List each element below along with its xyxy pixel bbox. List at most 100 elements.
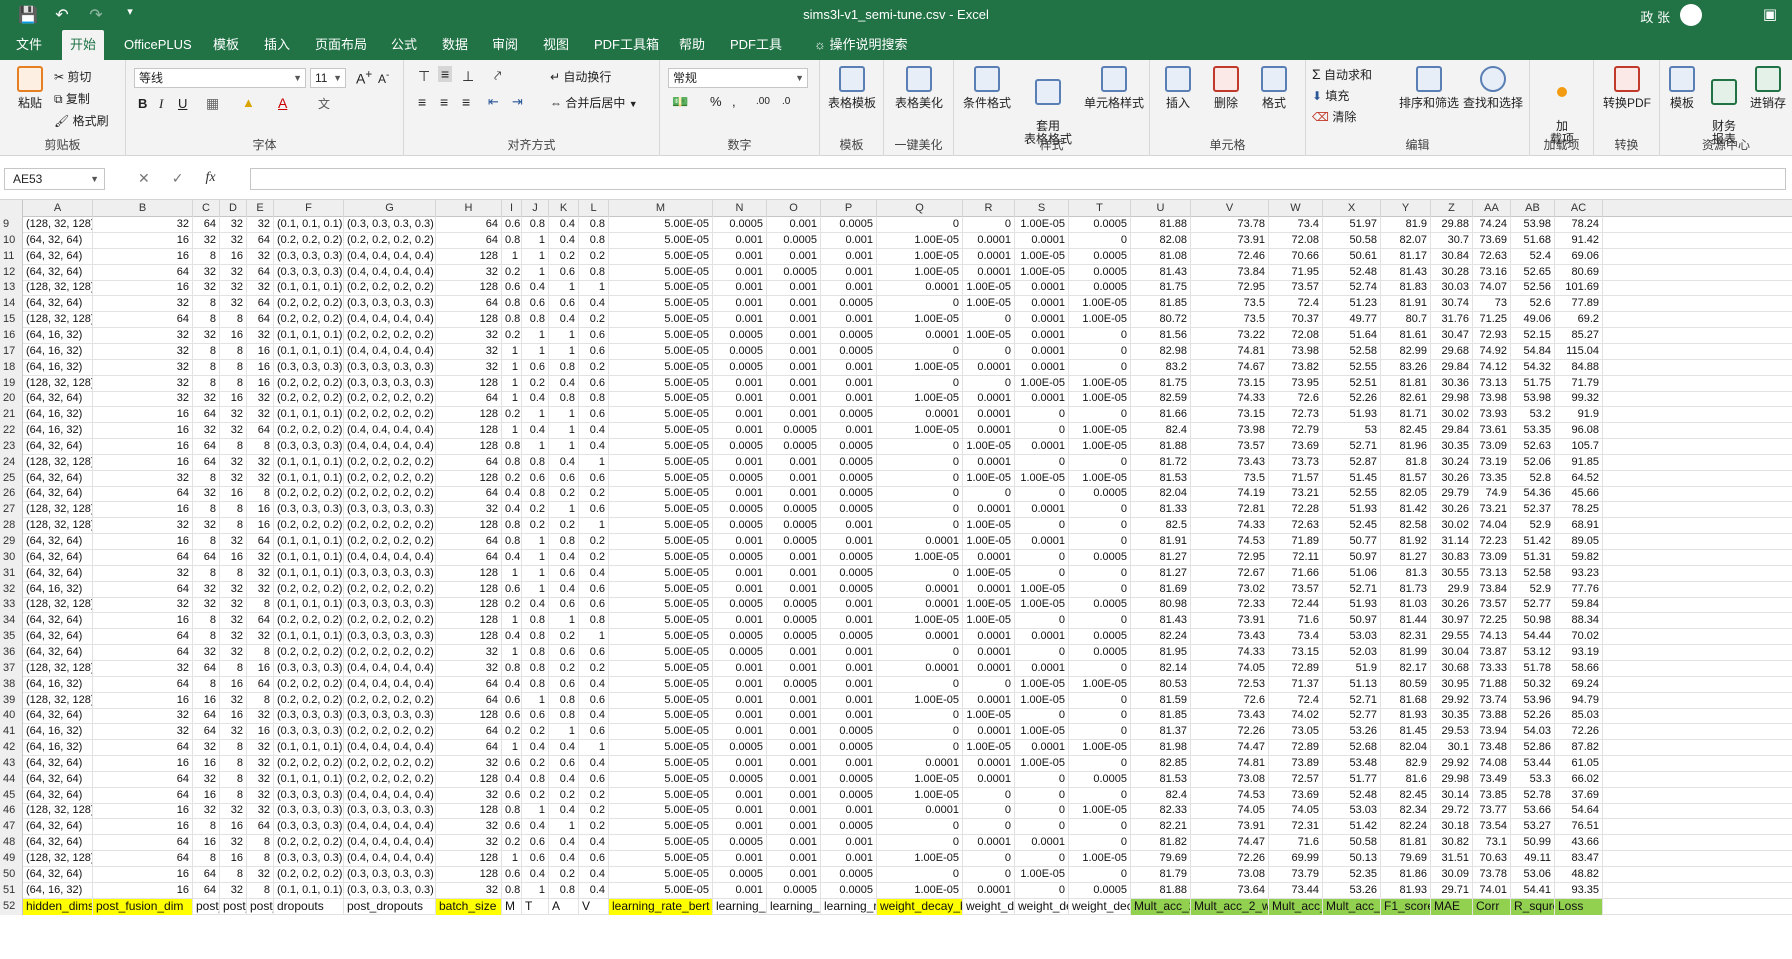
cell[interactable]: (0.4, 0.4, 0.4, 0.4) [344,740,436,757]
cell[interactable]: 0.0005 [821,866,877,883]
row-header[interactable]: 18 [0,359,23,376]
cell[interactable]: 32 [193,423,220,440]
cell[interactable]: 50.99 [1511,835,1555,852]
cell[interactable]: 0.001 [767,724,821,741]
cell[interactable]: 32 [93,391,193,408]
cell[interactable]: 80.7 [1381,312,1431,329]
cell[interactable]: (0.1, 0.1, 0.1) [274,597,344,614]
cell[interactable]: 53.12 [1511,644,1555,661]
cell[interactable]: 1.00E-05 [1015,248,1069,265]
underline-icon[interactable]: U [178,96,187,111]
cell[interactable]: 64 [436,296,502,313]
cell[interactable]: 52.03 [1323,644,1381,661]
cell[interactable]: 81.83 [1381,280,1431,297]
cell[interactable]: 53.3 [1511,771,1555,788]
cell[interactable]: 64 [247,423,274,440]
cell[interactable]: 16 [93,613,193,630]
column-header[interactable]: T [1069,200,1131,217]
cell[interactable]: 0.0005 [767,232,821,249]
cell[interactable]: 99.32 [1555,391,1603,408]
cell[interactable]: 0.0001 [877,327,963,344]
row-header[interactable]: 30 [0,549,23,566]
cell[interactable]: 81.59 [1131,692,1191,709]
cell[interactable]: 1.00E-05 [963,534,1015,550]
cell[interactable]: 52.65 [1511,264,1555,281]
cell[interactable]: 16 [93,534,193,550]
cell[interactable]: 0 [1015,565,1069,582]
clear-button[interactable]: ⌫ 清除 [1312,108,1356,125]
cell[interactable]: 5.00E-05 [609,312,713,329]
cell[interactable]: 5.00E-05 [609,787,713,804]
cell[interactable]: 71.95 [1269,264,1323,281]
cell[interactable]: 30.26 [1431,502,1473,519]
cell[interactable]: 71.89 [1269,534,1323,550]
user-account[interactable]: 政 张 [1640,4,1702,26]
cell[interactable]: 0 [1069,454,1131,471]
cell[interactable]: 81.99 [1381,644,1431,661]
cell[interactable]: (64, 32, 64) [23,391,93,408]
cell[interactable]: 0.0001 [1015,438,1069,455]
cell[interactable]: 30.26 [1431,597,1473,614]
align-center-icon[interactable]: ≡ [440,94,448,110]
cell[interactable]: 0.001 [767,549,821,566]
cell[interactable]: 73.02 [1191,581,1269,598]
column-header[interactable]: N [713,200,767,217]
cell[interactable]: 0.001 [713,312,767,329]
cell[interactable]: 16 [193,787,220,804]
cell[interactable]: 51.45 [1323,470,1381,487]
cell[interactable]: (0.3, 0.3, 0.3, 0.3) [344,296,436,313]
cancel-icon[interactable]: ✕ [138,170,150,187]
cell[interactable]: 32 [247,248,274,265]
cell[interactable]: 50.98 [1511,613,1555,630]
cell[interactable]: 32 [93,518,193,535]
cell[interactable]: 64 [193,454,220,471]
cell[interactable]: 64 [193,866,220,883]
cell[interactable]: 16 [93,454,193,471]
cell[interactable]: 0.0005 [821,819,877,836]
cell[interactable]: 128 [436,597,502,614]
increase-font-icon[interactable]: A+ [356,68,372,87]
cell[interactable]: 5.00E-05 [609,882,713,899]
cell[interactable]: 29.9 [1431,581,1473,598]
cell[interactable]: 1 [502,613,522,630]
cell[interactable]: 29.92 [1431,692,1473,709]
cell[interactable]: (0.2, 0.2, 0.2, 0.2) [344,327,436,344]
comma-icon[interactable]: , [732,94,736,109]
cell[interactable]: 1.00E-05 [877,312,963,329]
number-format-select[interactable]: 常规 ▼ [668,68,808,88]
tab-officeplus[interactable]: OfficePLUS [116,30,200,60]
cell[interactable]: 30.28 [1431,264,1473,281]
cell[interactable]: 8 [247,882,274,899]
cell[interactable]: 32 [436,787,502,804]
cell[interactable]: 73.21 [1269,486,1323,503]
cell[interactable]: 8 [220,660,247,677]
cell[interactable]: 0.6 [502,692,522,709]
cell[interactable]: 0.4 [579,755,609,772]
row-header[interactable]: 27 [0,502,23,519]
cell[interactable]: (0.4, 0.4, 0.4, 0.4) [344,312,436,329]
cell[interactable]: 0.0005 [821,581,877,598]
column-header[interactable]: L [579,200,609,217]
cell[interactable]: 1.00E-05 [1069,375,1131,392]
cell[interactable]: 64 [93,835,193,852]
cell[interactable]: 8 [247,438,274,455]
cell[interactable]: 54.36 [1511,486,1555,503]
cell[interactable]: 30.35 [1431,708,1473,725]
cell[interactable]: 81.37 [1131,724,1191,741]
cell[interactable]: 0 [1015,549,1069,566]
cell[interactable]: 5.00E-05 [609,676,713,693]
cell[interactable]: 0.6 [502,217,522,233]
row-header[interactable]: 14 [0,296,23,313]
cell[interactable]: post_ [247,898,274,915]
cell[interactable]: (0.3, 0.3, 0.3) [274,708,344,725]
cell[interactable]: 0 [1015,787,1069,804]
cell[interactable]: 0.0005 [821,882,877,899]
row-header[interactable]: 48 [0,835,23,852]
row-header[interactable]: 25 [0,470,23,487]
cell[interactable]: 0 [1069,724,1131,741]
cell[interactable]: 52.71 [1323,581,1381,598]
cell[interactable]: (0.2, 0.2, 0.2, 0.2) [344,280,436,297]
cell[interactable]: 64 [436,217,502,233]
cell[interactable]: 0.0005 [713,771,767,788]
cell[interactable]: 0.0005 [767,264,821,281]
